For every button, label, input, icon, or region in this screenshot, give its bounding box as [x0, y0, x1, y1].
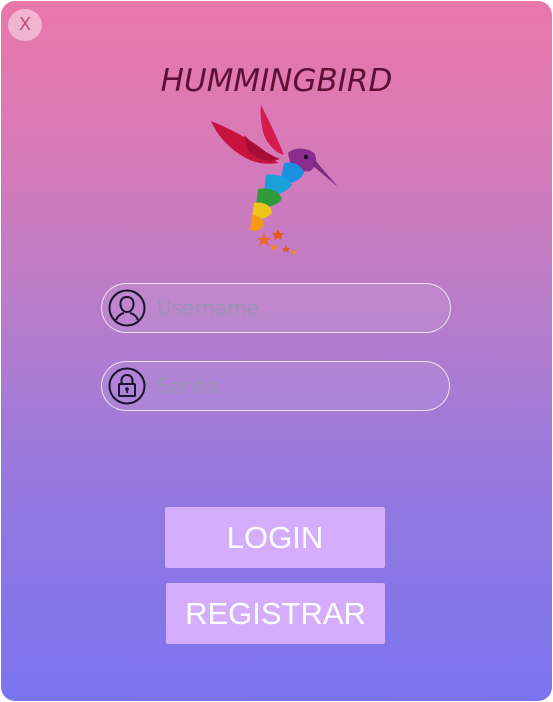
username-field[interactable] — [101, 283, 451, 333]
password-input[interactable] — [157, 362, 437, 409]
close-button[interactable]: X — [8, 9, 42, 41]
password-field[interactable] — [101, 361, 450, 411]
hummingbird-logo-icon — [211, 105, 338, 255]
lock-icon — [108, 367, 146, 405]
login-button[interactable]: LOGIN — [165, 507, 385, 568]
login-window: X HUMMINGBIRD Username LOGIN REGISTRAR — [1, 1, 552, 701]
username-input[interactable] — [157, 284, 437, 331]
user-icon — [108, 289, 146, 327]
app-title: HUMMINGBIRD — [160, 63, 393, 99]
register-button[interactable]: REGISTRAR — [166, 583, 385, 644]
